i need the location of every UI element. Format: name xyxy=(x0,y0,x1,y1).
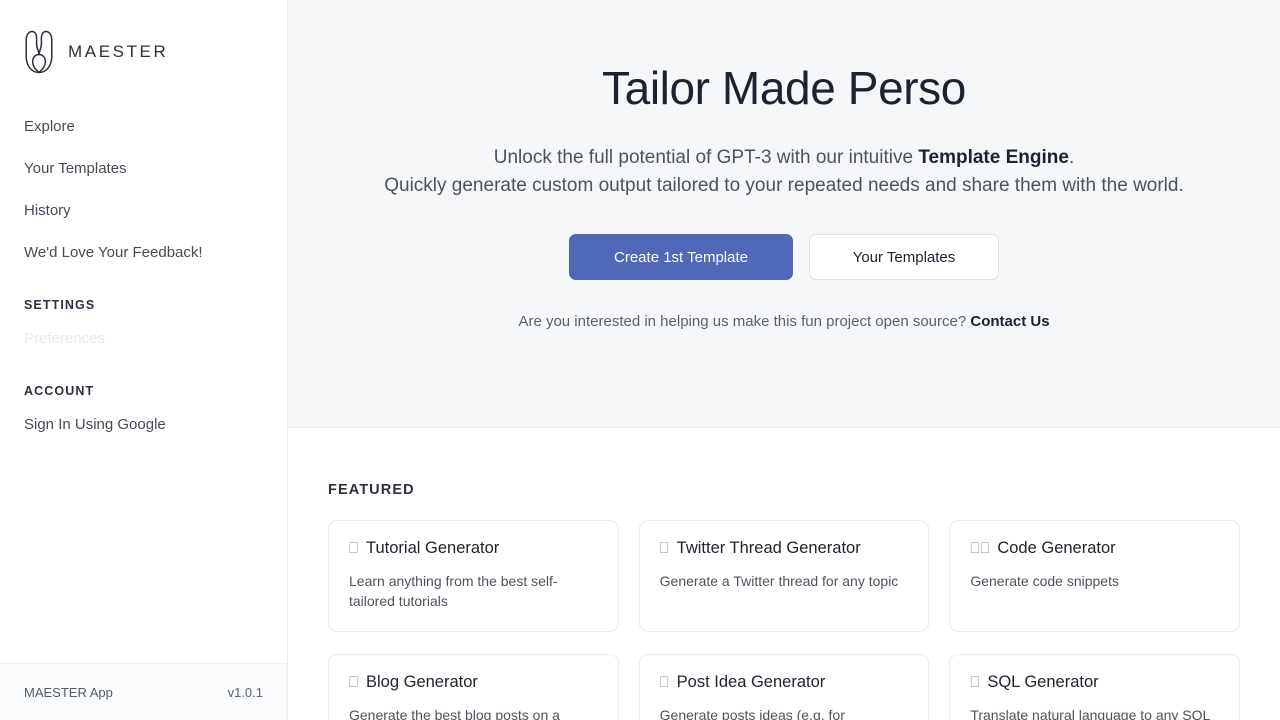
your-templates-button[interactable]: Your Templates xyxy=(809,234,999,280)
card-title-row: ⎕⎕ Code Generator xyxy=(970,537,1219,560)
app-root: MAESTER Explore Your Templates History W… xyxy=(0,0,1280,720)
card-title-row: ⎕ Twitter Thread Generator xyxy=(660,537,909,560)
footer-version: v1.0.1 xyxy=(227,684,263,700)
card-description: Translate natural language to any SQL di… xyxy=(970,707,1210,720)
card-emoji-icon: ⎕ xyxy=(659,540,670,557)
sidebar-content: MAESTER Explore Your Templates History W… xyxy=(0,0,287,663)
template-card[interactable]: ⎕ Twitter Thread Generator Generate a Tw… xyxy=(638,520,930,632)
card-title: Code Generator xyxy=(997,539,1116,557)
open-source-note-text: Are you interested in helping us make th… xyxy=(518,313,971,330)
template-card[interactable]: ⎕⎕ Code Generator Generate code snippets xyxy=(949,520,1240,632)
card-title-row: ⎕ Tutorial Generator xyxy=(349,537,598,560)
card-emoji-icon: ⎕ xyxy=(349,540,360,557)
hero-subtitle-pre: Unlock the full potential of GPT-3 with … xyxy=(493,147,919,168)
featured-card-grid: ⎕ Tutorial Generator Learn anything from… xyxy=(328,520,1240,720)
featured-heading: FEATURED xyxy=(328,482,415,498)
sidebar-item-sign-in-google[interactable]: Sign In Using Google xyxy=(0,404,287,446)
featured-section: FEATURED ⎕ Tutorial Generator Learn anyt… xyxy=(288,428,1280,720)
hero-subtitle-line1: Unlock the full potential of GPT-3 with … xyxy=(494,147,1074,168)
maester-logo-icon xyxy=(25,30,53,74)
card-title: Tutorial Generator xyxy=(366,539,500,557)
card-title-row: ⎕ Blog Generator xyxy=(349,671,598,694)
card-emoji-icon: ⎕⎕ xyxy=(970,540,991,557)
template-card[interactable]: ⎕ SQL Generator Translate natural langua… xyxy=(949,654,1240,720)
sidebar-item-your-templates[interactable]: Your Templates xyxy=(0,148,287,190)
card-title: Post Idea Generator xyxy=(676,673,826,691)
footer-app-name: MAESTER App xyxy=(24,684,113,700)
card-description: Learn anything from the best self-tailor… xyxy=(349,573,558,609)
template-card[interactable]: ⎕ Blog Generator Generate the best blog … xyxy=(328,654,619,720)
brand-name: MAESTER xyxy=(68,42,169,61)
open-source-note: Are you interested in helping us make th… xyxy=(328,313,1240,330)
sidebar-item-feedback[interactable]: We'd Love Your Feedback! xyxy=(0,232,287,274)
sidebar-footer: MAESTER App v1.0.1 xyxy=(0,663,287,720)
hero-subtitle-line2: Quickly generate custom output tailored … xyxy=(384,175,1184,196)
card-description: Generate code snippets xyxy=(970,573,1119,589)
sidebar-item-history[interactable]: History xyxy=(0,190,287,232)
sidebar-section-account: ACCOUNT xyxy=(24,384,95,398)
card-description: Generate a Twitter thread for any topic xyxy=(659,573,899,589)
brand[interactable]: MAESTER xyxy=(0,0,287,78)
card-emoji-icon: ⎕ xyxy=(970,674,981,691)
card-title: Blog Generator xyxy=(366,673,478,691)
card-description: Generate posts ideas (e.g. for Facebook,… xyxy=(659,707,845,720)
hero-subtitle-post: . xyxy=(1068,147,1075,168)
hero-actions: Create 1st Template Your Templates xyxy=(328,234,1240,280)
hero-section: Tailor Made Perso Unlock the full potent… xyxy=(288,0,1280,428)
sidebar-section-settings: SETTINGS xyxy=(24,298,96,312)
template-card[interactable]: ⎕ Tutorial Generator Learn anything from… xyxy=(328,520,619,632)
hero-subtitle: Unlock the full potential of GPT-3 with … xyxy=(328,144,1240,200)
hero-subtitle-strong: Template Engine xyxy=(918,147,1069,168)
main-content: Tailor Made Perso Unlock the full potent… xyxy=(288,0,1280,720)
sidebar-nav: Explore Your Templates History We'd Love… xyxy=(0,106,287,446)
card-title: SQL Generator xyxy=(987,673,1099,691)
contact-us-link[interactable]: Contact Us xyxy=(970,313,1049,330)
card-title-row: ⎕ SQL Generator xyxy=(970,671,1219,694)
create-first-template-button[interactable]: Create 1st Template xyxy=(569,234,793,280)
card-emoji-icon: ⎕ xyxy=(659,674,670,691)
template-card[interactable]: ⎕ Post Idea Generator Generate posts ide… xyxy=(638,654,930,720)
card-emoji-icon: ⎕ xyxy=(349,674,360,691)
card-title-row: ⎕ Post Idea Generator xyxy=(660,671,909,694)
sidebar-item-preferences: Preferences xyxy=(24,330,105,347)
page-title: Tailor Made Perso xyxy=(602,62,966,114)
card-description: Generate the best blog posts on a fricti… xyxy=(349,707,560,720)
sidebar: MAESTER Explore Your Templates History W… xyxy=(0,0,288,720)
card-title: Twitter Thread Generator xyxy=(676,539,861,557)
sidebar-item-explore[interactable]: Explore xyxy=(0,106,287,148)
